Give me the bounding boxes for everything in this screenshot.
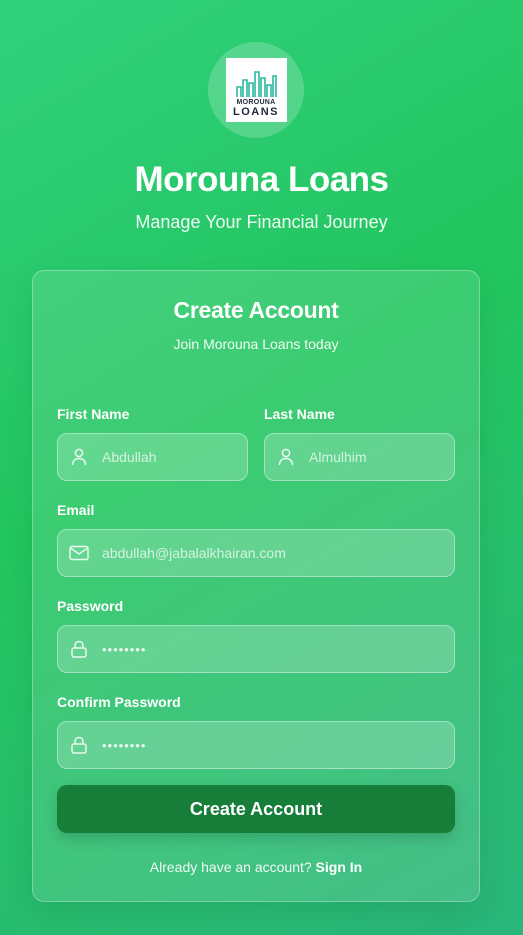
email-input[interactable] bbox=[102, 545, 454, 561]
password-label: Password bbox=[57, 598, 124, 614]
confirm-password-input[interactable]: •••••••• bbox=[102, 738, 146, 753]
first-name-input[interactable] bbox=[102, 449, 247, 465]
sign-in-link[interactable]: Sign In bbox=[316, 859, 363, 875]
signin-prompt: Already have an account? Sign In bbox=[33, 859, 479, 875]
user-icon bbox=[276, 447, 296, 467]
logo-badge: MOROUNA LOANS bbox=[208, 42, 304, 138]
confirm-password-field[interactable]: •••••••• bbox=[57, 721, 455, 769]
create-account-button[interactable]: Create Account bbox=[57, 785, 455, 833]
password-input[interactable]: •••••••• bbox=[102, 642, 146, 657]
password-field[interactable]: •••••••• bbox=[57, 625, 455, 673]
email-label: Email bbox=[57, 502, 95, 518]
email-field[interactable] bbox=[57, 529, 455, 577]
last-name-label: Last Name bbox=[264, 406, 335, 422]
form-title: Create Account bbox=[173, 297, 339, 323]
mail-icon bbox=[69, 543, 89, 563]
app-tagline: Manage Your Financial Journey bbox=[135, 212, 388, 232]
signup-card: Create Account Join Morouna Loans today … bbox=[32, 270, 480, 902]
confirm-password-label: Confirm Password bbox=[57, 694, 181, 710]
last-name-field[interactable] bbox=[264, 433, 455, 481]
first-name-field[interactable] bbox=[57, 433, 248, 481]
lock-icon bbox=[69, 639, 89, 659]
signin-prompt-text: Already have an account? bbox=[149, 859, 312, 875]
app-title: Morouna Loans bbox=[134, 160, 389, 199]
brand-logo: MOROUNA LOANS bbox=[225, 58, 287, 122]
lock-icon bbox=[69, 735, 89, 755]
user-icon bbox=[69, 447, 89, 467]
form-subtitle: Join Morouna Loans today bbox=[173, 336, 339, 352]
last-name-input[interactable] bbox=[309, 449, 454, 465]
logo-text-bottom: LOANS bbox=[233, 106, 279, 118]
first-name-label: First Name bbox=[57, 406, 130, 422]
bar-chart-logo-icon bbox=[236, 71, 277, 97]
